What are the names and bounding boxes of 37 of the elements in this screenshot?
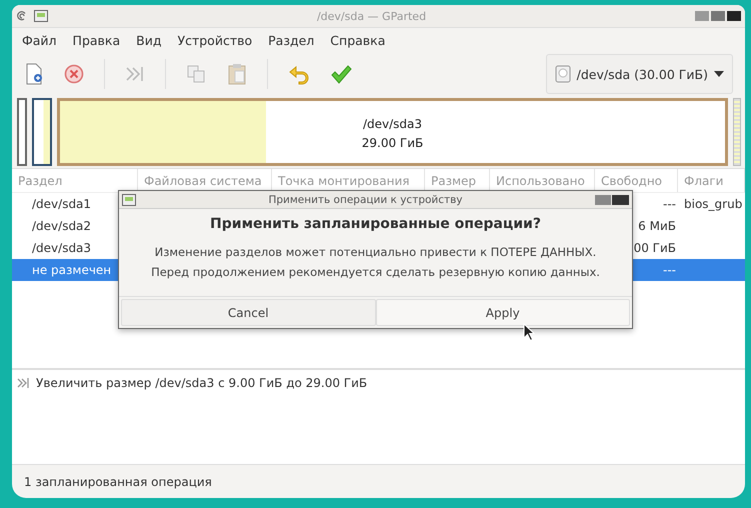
device-selector[interactable]: /dev/sda (30.00 ГиБ) <box>546 54 733 94</box>
menu-item[interactable]: Файл <box>14 33 65 48</box>
status-text: 1 запланированная операция <box>12 464 745 498</box>
apply-icon[interactable] <box>330 63 352 85</box>
partition-name: /dev/sda3 <box>362 116 424 133</box>
partition-block[interactable]: /dev/sda3 29.00 ГиБ <box>57 98 728 166</box>
dropdown-arrow-icon <box>714 71 724 77</box>
new-document-icon[interactable] <box>24 62 44 86</box>
menu-item[interactable]: Устройство <box>169 33 260 48</box>
apply-button[interactable]: Apply <box>376 299 630 326</box>
window-title: /dev/sda — GParted <box>316 10 428 22</box>
window-controls-icon[interactable] <box>595 194 629 204</box>
menu-item[interactable]: Правка <box>64 33 128 48</box>
paste-icon[interactable] <box>226 62 248 86</box>
cancel-button[interactable]: Cancel <box>121 299 376 326</box>
undo-icon[interactable] <box>287 63 311 85</box>
menu-item[interactable]: Справка <box>322 33 394 48</box>
operation-text: Увеличить размер /dev/sda3 с 9.00 ГиБ до 29.00 ГиБ <box>36 376 368 390</box>
warning-message: Изменение разделов может потенциально привести к ПОТЕРЕ ДАННЫХ. Перед продолжением рекомендуется сделать резервную копию данных. <box>150 244 601 281</box>
dialog-title: Применить операции к устройству <box>267 194 464 206</box>
dialog-heading: Применить запланированные операции? <box>209 216 542 232</box>
table-cell-text: bios_grub <box>683 197 744 211</box>
partition-block[interactable] <box>32 98 52 166</box>
table-cell-text: --- <box>663 197 677 211</box>
partition-size: 29.00 ГиБ <box>360 135 424 152</box>
resize-icon <box>16 376 30 390</box>
mouse-pointer-icon <box>523 323 535 341</box>
delete-icon[interactable] <box>63 63 85 85</box>
partition-block[interactable] <box>17 98 27 166</box>
window-controls-icon[interactable] <box>695 11 741 21</box>
app-icon <box>122 194 136 206</box>
app-icon <box>34 10 48 22</box>
table-cell-text: --- <box>663 263 677 277</box>
menu-item[interactable]: Вид <box>128 33 170 48</box>
table-cell: не размечен <box>32 263 112 277</box>
debian-logo-icon <box>16 10 28 22</box>
menu-item[interactable]: Раздел <box>260 33 322 48</box>
